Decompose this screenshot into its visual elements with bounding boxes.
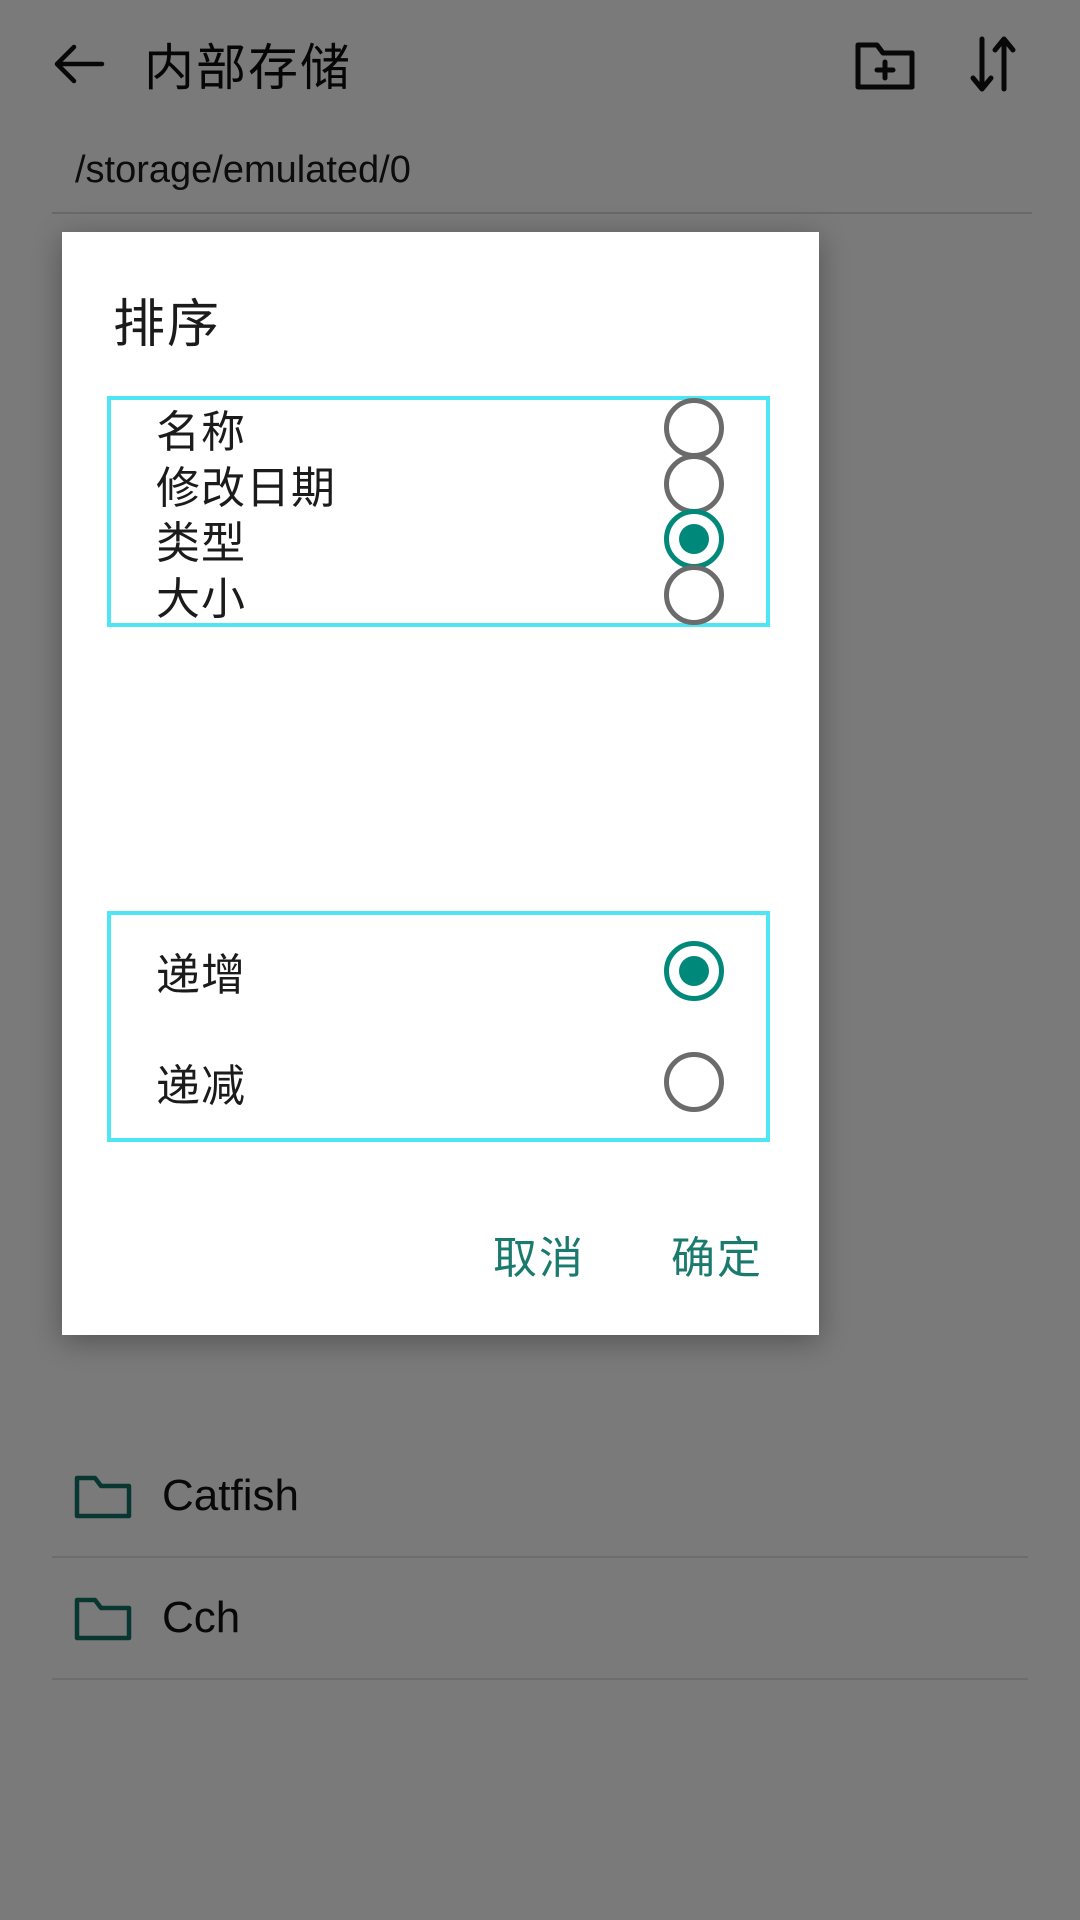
dialog-title: 排序 <box>113 296 222 354</box>
radio-option-type[interactable]: 类型 <box>111 509 766 570</box>
radio-button-ascending[interactable] <box>664 940 724 1001</box>
radio-button-modified-date[interactable] <box>664 453 724 514</box>
radio-label: 类型 <box>156 519 246 569</box>
dialog-action-bar: 取消 确定 <box>62 1173 819 1335</box>
radio-label: 递增 <box>156 950 246 1000</box>
radio-button-size[interactable] <box>664 565 724 626</box>
radio-label: 名称 <box>156 407 246 457</box>
radio-label: 大小 <box>156 575 246 625</box>
sort-by-radio-group: 名称 修改日期 类型 大小 <box>107 396 770 627</box>
cancel-button[interactable]: 取消 <box>483 1210 595 1298</box>
radio-option-name[interactable]: 名称 <box>111 397 766 458</box>
confirm-button[interactable]: 确定 <box>661 1210 773 1298</box>
radio-option-size[interactable]: 大小 <box>111 565 766 626</box>
radio-button-name[interactable] <box>664 397 724 458</box>
radio-option-descending[interactable]: 递减 <box>111 1027 766 1139</box>
radio-label: 修改日期 <box>156 463 336 513</box>
radio-button-type[interactable] <box>664 509 724 570</box>
radio-button-descending[interactable] <box>664 1052 724 1113</box>
radio-option-modified-date[interactable]: 修改日期 <box>111 453 766 514</box>
sort-dialog: 排序 名称 修改日期 类型 大小 递增 递减 取消 确定 <box>62 232 819 1335</box>
sort-direction-radio-group: 递增 递减 <box>107 911 770 1142</box>
radio-option-ascending[interactable]: 递增 <box>111 915 766 1027</box>
radio-label: 递减 <box>156 1062 246 1112</box>
